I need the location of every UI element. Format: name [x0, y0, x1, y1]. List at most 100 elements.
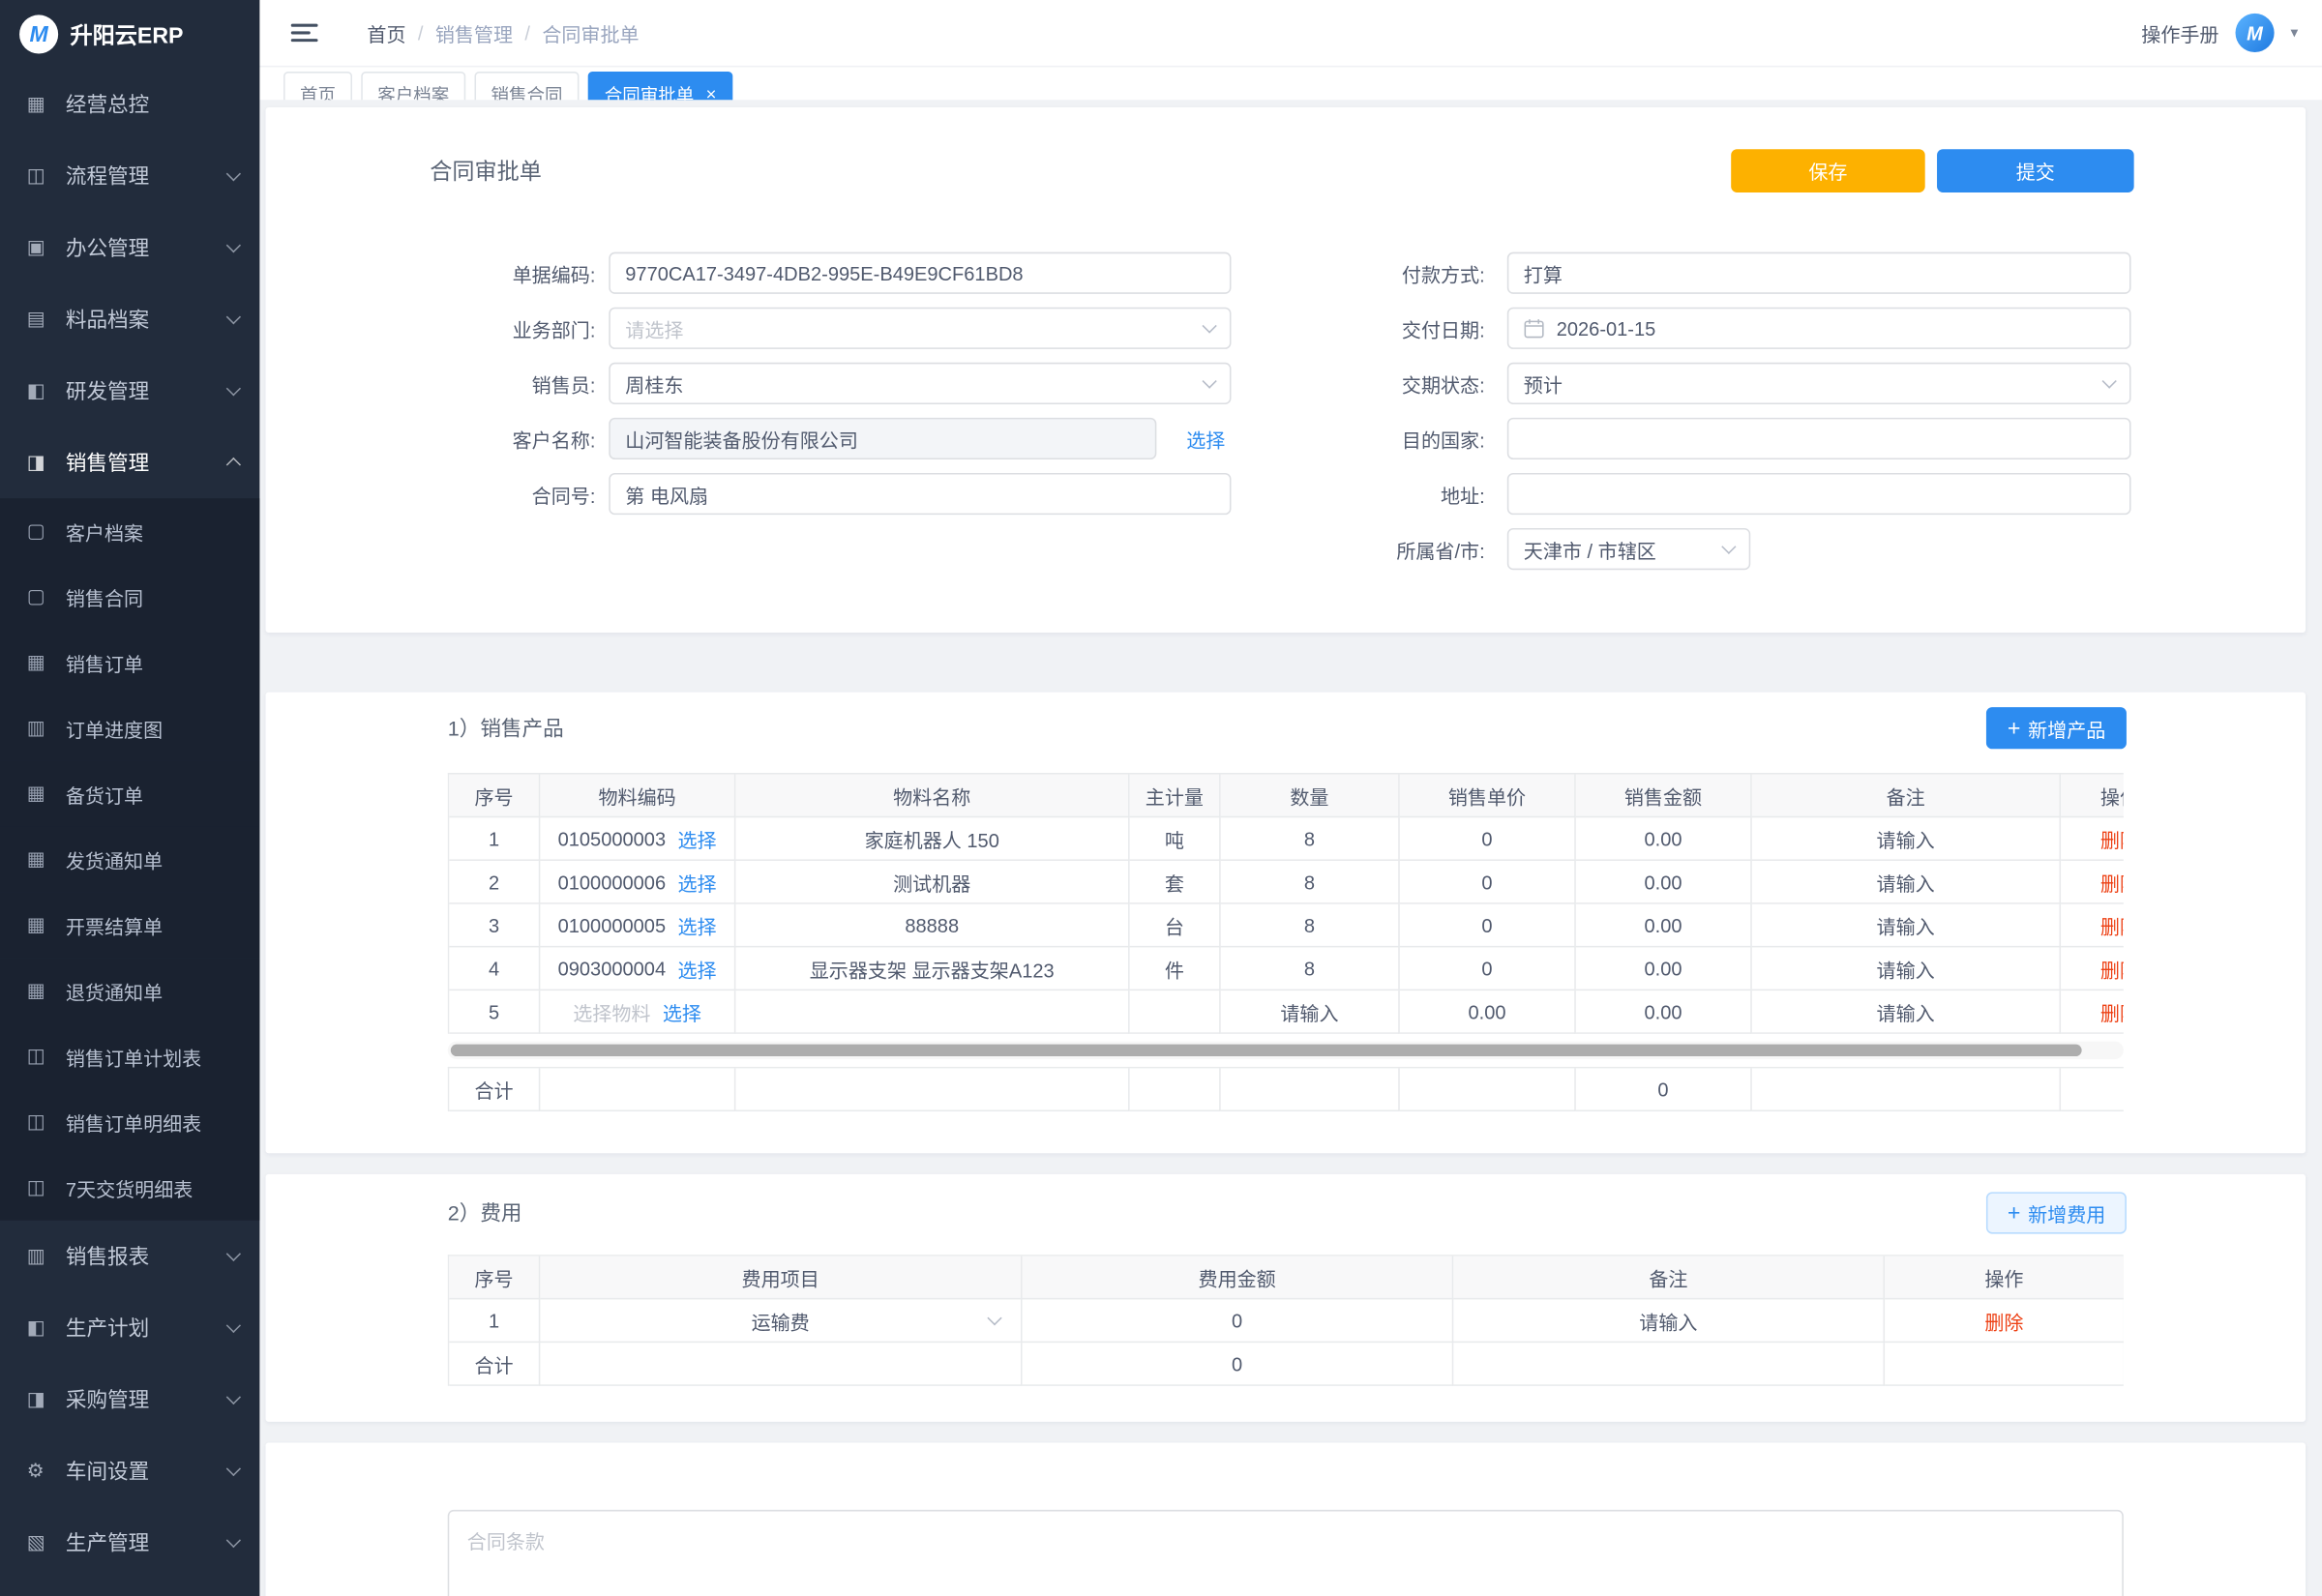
sidebar-item[interactable]: ▥ 销售报表: [0, 1221, 259, 1292]
add-product-button[interactable]: + 新增产品: [1986, 707, 2127, 749]
material-name: 88888: [735, 904, 1129, 948]
sidebar-item[interactable]: ◫ 销售订单明细表: [0, 1089, 259, 1155]
quantity-input[interactable]: 8: [1221, 947, 1400, 990]
sidebar-item[interactable]: ▥ 订单进度图: [0, 695, 259, 761]
doc-code-input[interactable]: [609, 252, 1231, 294]
tab[interactable]: 客户档案: [361, 72, 465, 100]
avatar-dropdown-caret-icon[interactable]: ▾: [2291, 24, 2299, 41]
order-progress-chart-icon: ▥: [27, 716, 52, 740]
note-input[interactable]: 请输入: [1752, 990, 2061, 1034]
sales-order-icon: ▦: [27, 650, 52, 674]
manual-link[interactable]: 操作手册: [2141, 18, 2218, 46]
payment-input[interactable]: [1507, 252, 2131, 294]
unit-price-input[interactable]: 0: [1400, 817, 1576, 861]
delete-row-link[interactable]: 删除: [2061, 947, 2124, 990]
sidebar-item[interactable]: ▦ 销售订单: [0, 630, 259, 695]
horizontal-scrollbar[interactable]: [448, 1042, 2124, 1060]
sidebar-item-label: 销售管理: [66, 448, 228, 478]
collapse-menu-icon[interactable]: [291, 24, 318, 43]
delete-row-link[interactable]: 删除: [2061, 817, 2124, 861]
sidebar-item[interactable]: ▣ 办公管理: [0, 212, 259, 283]
fee-delete-link[interactable]: 删除: [1885, 1299, 2124, 1343]
note-input[interactable]: 请输入: [1752, 817, 2061, 861]
material-code[interactable]: 0105000003: [558, 827, 667, 849]
fee-item-select[interactable]: 运输费: [540, 1299, 1022, 1343]
sidebar-item[interactable]: ▦ 发货通知单: [0, 826, 259, 892]
unit-price-input[interactable]: 0: [1400, 861, 1576, 904]
select-material-link[interactable]: 选择: [677, 911, 716, 939]
sidebar-item[interactable]: ◫ 7天交货明细表: [0, 1155, 259, 1221]
sidebar-item[interactable]: ▧ 生产管理: [0, 1507, 259, 1579]
material-code[interactable]: 0100000005: [558, 914, 667, 936]
sidebar: M 升阳云ERP ▦ 经营总控 ◫ 流程管理 ▣ 办公管理: [0, 0, 259, 1596]
fee-note-input[interactable]: 请输入: [1453, 1299, 1885, 1343]
delete-row-link[interactable]: 删除: [2061, 861, 2124, 904]
tab[interactable]: 销售合同: [475, 72, 580, 100]
province-cascader[interactable]: 天津市 / 市辖区: [1507, 528, 1750, 570]
sidebar-item[interactable]: ◫ 销售订单计划表: [0, 1023, 259, 1089]
chevron-icon: [226, 458, 241, 472]
contract-terms-textarea[interactable]: [448, 1510, 2124, 1596]
tab[interactable]: 合同审批单 ×: [588, 72, 733, 100]
fee-amount-input[interactable]: 0: [1023, 1299, 1454, 1343]
delete-row-link[interactable]: 删除: [2061, 904, 2124, 948]
unit-price-input[interactable]: 0.00: [1400, 990, 1576, 1034]
quantity-input[interactable]: 8: [1221, 861, 1400, 904]
delete-row-link[interactable]: 删除: [2061, 990, 2124, 1034]
delivery-date-label: 交付日期:: [1365, 314, 1484, 342]
select-material-link[interactable]: 选择: [677, 868, 716, 896]
submit-button[interactable]: 提交: [1937, 149, 2134, 192]
material-code[interactable]: 0100000006: [558, 871, 667, 893]
sidebar-item[interactable]: ▦ 经营总控: [0, 69, 259, 140]
note-input[interactable]: 请输入: [1752, 947, 2061, 990]
select-material-link[interactable]: 选择: [663, 997, 701, 1025]
material-code[interactable]: 0903000004: [558, 957, 667, 979]
fees-table-header: 序号 费用项目 费用金额 备注 操作: [449, 1256, 2124, 1300]
address-input[interactable]: [1507, 473, 2131, 515]
scrollbar-thumb[interactable]: [451, 1045, 2082, 1056]
sidebar-item[interactable]: ⚙ 车间设置: [0, 1435, 259, 1507]
product-row: 1 0105000003 选择 家庭机器人 150 吨 8: [449, 817, 2124, 861]
fees-table: 序号 费用项目 费用金额 备注 操作 1: [266, 1255, 2306, 1386]
avatar[interactable]: M: [2235, 14, 2274, 52]
save-button[interactable]: 保存: [1731, 149, 1925, 192]
select-customer-link[interactable]: 选择: [1186, 425, 1225, 453]
quantity-input[interactable]: 请输入: [1221, 990, 1400, 1034]
sidebar-item[interactable]: ▤ 料品档案: [0, 283, 259, 355]
dest-country-input[interactable]: [1507, 418, 2131, 459]
unit-price-input[interactable]: 0: [1400, 904, 1576, 948]
tab-label: 客户档案: [377, 81, 449, 100]
delivery-status-select[interactable]: 预计: [1507, 363, 2131, 404]
contract-no-input[interactable]: [609, 473, 1231, 515]
sidebar-item[interactable]: ▦ 退货通知单: [0, 958, 259, 1023]
dept-select[interactable]: 请选择: [609, 308, 1231, 349]
breadcrumb-sales[interactable]: 销售管理: [435, 18, 513, 46]
sidebar-item[interactable]: ◫ 流程管理: [0, 140, 259, 212]
sidebar-item[interactable]: ▦ 开票结算单: [0, 892, 259, 958]
quantity-input[interactable]: 8: [1221, 904, 1400, 948]
quantity-input[interactable]: 8: [1221, 817, 1400, 861]
sidebar-item[interactable]: ▦ 备货订单: [0, 761, 259, 827]
select-material-link[interactable]: 选择: [677, 824, 716, 852]
sidebar-item[interactable]: ▢ 客户档案: [0, 498, 259, 564]
total-label: 合计: [449, 1343, 540, 1386]
material-code[interactable]: 选择物料: [573, 997, 650, 1025]
sidebar-item[interactable]: ◨ 采购管理: [0, 1364, 259, 1435]
breadcrumb-home[interactable]: 首页: [367, 18, 405, 46]
salesman-select[interactable]: 周桂东: [609, 363, 1231, 404]
sidebar-item-label: 采购管理: [66, 1384, 228, 1414]
delivery-date-value: 2026-01-15: [1557, 317, 1656, 340]
select-material-link[interactable]: 选择: [677, 954, 716, 982]
sidebar-item[interactable]: ◨ 销售管理: [0, 427, 259, 498]
sidebar-item[interactable]: ◧ 研发管理: [0, 355, 259, 427]
unit-price-input[interactable]: 0: [1400, 947, 1576, 990]
tab-close-icon[interactable]: ×: [706, 83, 717, 100]
note-input[interactable]: 请输入: [1752, 861, 2061, 904]
tab[interactable]: 首页: [283, 72, 352, 100]
note-input[interactable]: 请输入: [1752, 904, 2061, 948]
delivery-date-picker[interactable]: 2026-01-15: [1507, 308, 2131, 349]
add-fee-button[interactable]: + 新增费用: [1986, 1192, 2127, 1233]
sidebar-item[interactable]: ▢ 销售合同: [0, 564, 259, 630]
sidebar-item[interactable]: ▨ 钣金车间: [0, 1579, 259, 1596]
sidebar-item[interactable]: ◧ 生产计划: [0, 1292, 259, 1364]
